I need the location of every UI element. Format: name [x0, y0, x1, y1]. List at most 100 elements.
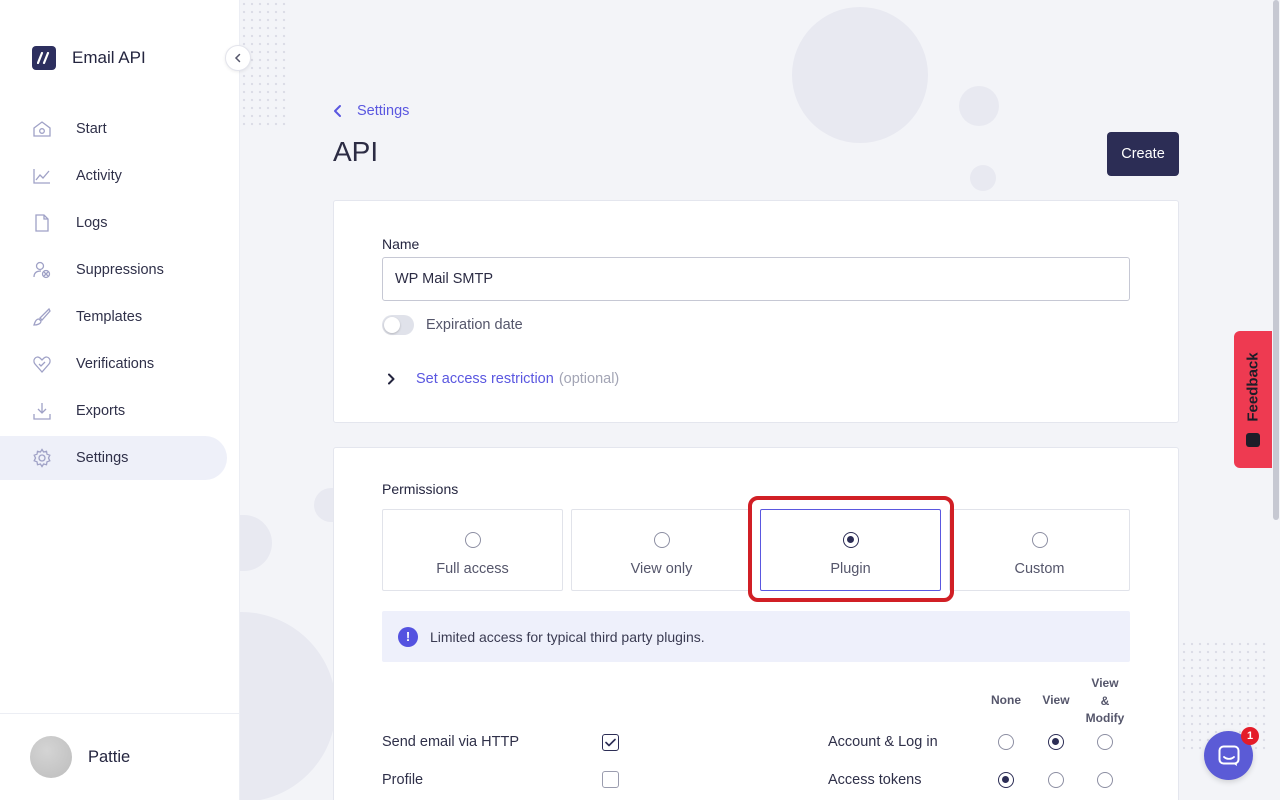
sidebar-item-templates[interactable]: Templates — [0, 295, 227, 339]
access-restriction-toggle[interactable]: Set access restriction (optional) — [386, 371, 619, 387]
radio-button — [842, 532, 859, 548]
home-icon — [32, 119, 52, 139]
page-title: API — [333, 136, 379, 167]
activity-chart-icon — [32, 166, 52, 186]
background-circle — [238, 515, 272, 571]
sidebar-item-suppressions[interactable]: Suppressions — [0, 248, 227, 292]
scrollbar-thumb[interactable] — [1273, 0, 1279, 520]
chevron-left-icon — [334, 105, 341, 117]
background-circle — [970, 165, 996, 191]
account-login-view-radio[interactable] — [1048, 734, 1064, 750]
background-circle — [792, 7, 928, 143]
feedback-tab[interactable]: Feedback — [1234, 331, 1272, 468]
radio-button — [1031, 532, 1048, 548]
brand[interactable]: Email API — [32, 46, 146, 70]
sidebar-item-verifications[interactable]: Verifications — [0, 342, 227, 386]
name-label: Name — [382, 236, 420, 252]
name-field[interactable] — [382, 257, 1130, 301]
sidebar-nav: Start Activity Logs Suppressions Templat… — [0, 107, 240, 483]
toggle-knob — [384, 317, 400, 333]
background-circle — [959, 86, 999, 126]
feedback-label: Feedback — [1244, 352, 1262, 422]
column-header-view: View — [1042, 693, 1070, 707]
column-header-view-modify: View & Modify — [1080, 675, 1130, 728]
sidebar-item-label: Verifications — [76, 356, 155, 372]
sidebar-item-label: Start — [76, 121, 107, 137]
info-text: Limited access for typical third party p… — [430, 628, 705, 645]
expiration-label: Expiration date — [426, 317, 523, 333]
slash-logo-icon — [32, 46, 56, 70]
breadcrumb[interactable]: Settings — [333, 103, 409, 119]
download-icon — [32, 401, 52, 421]
create-button[interactable]: Create — [1107, 132, 1179, 176]
avatar — [30, 736, 72, 778]
radio-button — [653, 532, 670, 548]
chevron-left-icon — [234, 53, 241, 63]
sidebar: Email API Start Activity Logs Suppressio… — [0, 0, 240, 800]
user-block-icon — [32, 260, 52, 280]
account-login-modify-radio[interactable] — [1097, 734, 1113, 750]
expiration-toggle[interactable] — [382, 315, 414, 335]
brush-icon — [32, 307, 52, 327]
sidebar-item-settings[interactable]: Settings — [0, 436, 227, 480]
sidebar-item-start[interactable]: Start — [0, 107, 227, 151]
column-header-line: & — [1100, 693, 1110, 708]
info-icon: ! — [398, 626, 418, 647]
permission-row-label: Profile — [382, 772, 424, 788]
sidebar-item-logs[interactable]: Logs — [0, 201, 227, 245]
permissions-card: Permissions Full access View only Plugin… — [333, 447, 1179, 800]
checkmark-icon — [605, 738, 616, 747]
permission-option-plugin[interactable]: Plugin — [760, 509, 941, 591]
permission-option-full-access[interactable]: Full access — [382, 509, 563, 591]
option-label: Plugin — [830, 561, 871, 577]
chat-launcher-button[interactable]: 1 — [1204, 727, 1259, 780]
permission-row-label: Send email via HTTP — [382, 734, 519, 750]
permission-option-custom[interactable]: Custom — [949, 509, 1130, 591]
scrollbar[interactable] — [1272, 0, 1280, 800]
option-label: Full access — [436, 561, 509, 577]
chat-icon — [1218, 745, 1239, 766]
profile-checkbox[interactable] — [602, 771, 619, 788]
account-login-none-radio[interactable] — [998, 734, 1014, 750]
permissions-label: Permissions — [382, 481, 459, 497]
token-details-card: Name Expiration date Set access restrict… — [333, 200, 1179, 423]
info-banner: ! Limited access for typical third party… — [382, 611, 1130, 662]
column-header-line: Modify — [1085, 711, 1125, 725]
brand-name: Email API — [72, 48, 146, 67]
option-label: Custom — [1014, 561, 1065, 577]
sidebar-item-label: Settings — [76, 450, 129, 466]
gear-icon — [32, 448, 52, 468]
permission-option-view-only[interactable]: View only — [571, 509, 752, 591]
permission-row-label: Access tokens — [828, 772, 922, 788]
access-tokens-none-radio[interactable] — [998, 772, 1014, 788]
option-label: View only — [630, 561, 693, 577]
user-profile[interactable]: Pattie — [0, 713, 239, 800]
send-email-checkbox[interactable] — [602, 734, 619, 751]
sidebar-item-label: Templates — [76, 309, 143, 325]
column-header-none: None — [991, 693, 1021, 707]
radio-button — [464, 532, 481, 548]
sidebar-item-label: Suppressions — [76, 262, 164, 278]
sidebar-item-label: Activity — [76, 168, 122, 184]
permission-row-label: Account & Log in — [828, 734, 938, 750]
collapse-sidebar-button[interactable] — [225, 45, 251, 71]
access-restriction-link[interactable]: Set access restriction — [416, 371, 554, 387]
chevron-right-icon — [388, 373, 395, 385]
user-name: Pattie — [88, 747, 131, 766]
breadcrumb-settings-link[interactable]: Settings — [357, 103, 409, 119]
background-circle — [240, 612, 336, 800]
sidebar-item-label: Exports — [76, 403, 126, 419]
sidebar-item-activity[interactable]: Activity — [0, 154, 227, 198]
file-icon — [32, 213, 52, 233]
sidebar-item-label: Logs — [76, 215, 108, 231]
optional-hint: (optional) — [558, 371, 620, 387]
expiration-toggle-row: Expiration date — [382, 315, 523, 335]
feedback-logo-icon — [1246, 433, 1260, 447]
sidebar-item-exports[interactable]: Exports — [0, 389, 227, 433]
access-tokens-modify-radio[interactable] — [1097, 772, 1113, 788]
permission-options: Full access View only Plugin Custom — [382, 509, 1130, 591]
notification-badge: 1 — [1241, 727, 1259, 745]
heart-check-icon — [32, 354, 52, 374]
column-header-line: View — [1091, 676, 1119, 690]
access-tokens-view-radio[interactable] — [1048, 772, 1064, 788]
